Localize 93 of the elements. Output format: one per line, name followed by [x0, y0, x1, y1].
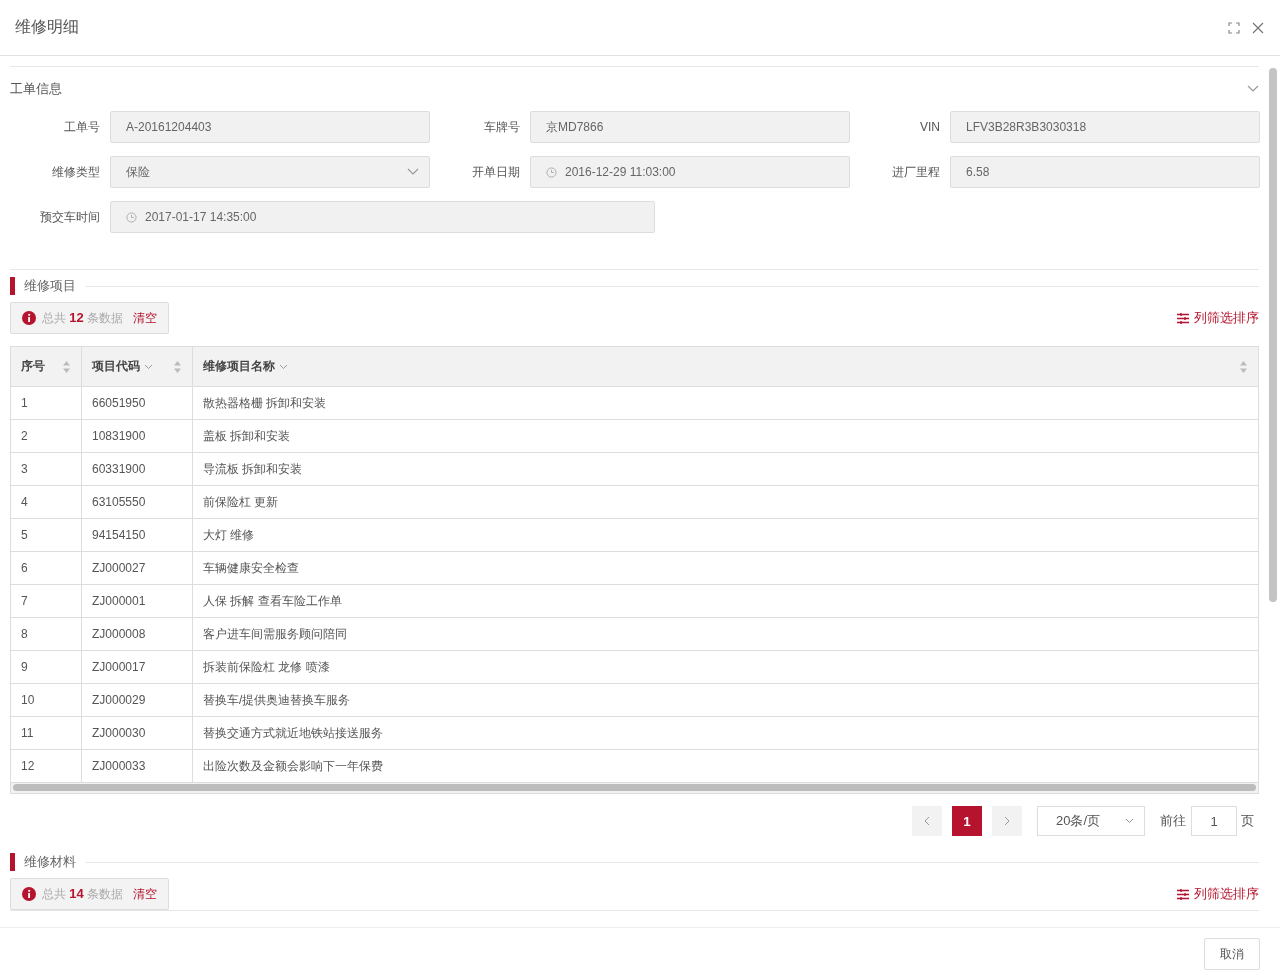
table-cell: ZJ000027	[81, 551, 193, 585]
field-label: 开单日期	[471, 163, 521, 181]
input-field[interactable]: 6.58	[950, 156, 1260, 188]
table-cell: ZJ000001	[81, 584, 193, 618]
clear-link[interactable]: 清空	[133, 309, 158, 327]
table-cell: ZJ000008	[81, 617, 193, 651]
input-field[interactable]: 京MD7866	[530, 111, 850, 143]
column-settings-link[interactable]: 列筛选排序	[1177, 885, 1259, 903]
date-field[interactable]: 2017-01-17 14:35:00	[110, 201, 655, 233]
section-title: 维修材料	[24, 853, 76, 871]
cancel-button[interactable]: 取消	[1204, 938, 1260, 970]
input-field[interactable]: A-20161204403	[110, 111, 430, 143]
table-cell: 60331900	[81, 452, 193, 486]
table-cell: 客户进车间需服务顾问陪同	[192, 617, 1258, 651]
field-label: 工单号	[63, 118, 101, 136]
table-cell: 替换交通方式就近地铁站接送服务	[192, 716, 1258, 750]
input-field[interactable]: LFV3B28R3B3030318	[950, 111, 1260, 143]
filter-chevron-icon[interactable]	[144, 363, 153, 370]
column-header[interactable]: 维修项目名称	[203, 358, 275, 375]
table-cell: 1	[11, 386, 82, 420]
table-cell: 人保 拆解 查看车险工作单	[192, 584, 1258, 618]
table-cell: 9	[11, 650, 82, 684]
table-cell: 替换车/提供奥迪替换车服务	[192, 683, 1258, 717]
table-cell: 12	[11, 749, 82, 783]
table-cell: 7	[11, 584, 82, 618]
sliders-icon	[1177, 888, 1189, 900]
field-label: VIN	[919, 120, 941, 134]
section-title: 工单信息	[10, 80, 62, 98]
clock-icon	[126, 211, 137, 223]
field-label: 维修类型	[51, 163, 101, 181]
page-input[interactable]: 1	[1191, 806, 1237, 836]
filter-chevron-icon[interactable]	[279, 363, 288, 370]
field-label: 车牌号	[483, 118, 521, 136]
table-cell: 车辆健康安全检查	[192, 551, 1258, 585]
table-cell: 4	[11, 485, 82, 519]
table-cell: ZJ000033	[81, 749, 193, 783]
section-marker	[10, 853, 15, 871]
table-cell: 导流板 拆卸和安装	[192, 452, 1258, 486]
select-field[interactable]: 保险	[110, 156, 430, 188]
page-size-select[interactable]: 20条/页	[1037, 806, 1145, 836]
table-cell: ZJ000029	[81, 683, 193, 717]
table-cell: 8	[11, 617, 82, 651]
table-cell: 散热器格栅 拆卸和安装	[192, 386, 1258, 420]
table-cell: ZJ000017	[81, 650, 193, 684]
clock-icon	[546, 166, 557, 178]
scrollbar-thumb[interactable]	[13, 784, 1256, 791]
table-cell: 2	[11, 419, 82, 453]
table-cell: 大灯 维修	[192, 518, 1258, 552]
date-field[interactable]: 2016-12-29 11:03:00	[530, 156, 850, 188]
table-cell: 前保险杠 更新	[192, 485, 1258, 519]
sort-icon[interactable]	[1239, 359, 1248, 374]
goto-label: 前往	[1160, 812, 1186, 830]
clear-link[interactable]: 清空	[133, 885, 158, 903]
sort-icon[interactable]	[62, 359, 71, 374]
page-unit-label: 页	[1241, 812, 1254, 830]
table-cell: 66051950	[81, 386, 193, 420]
table-cell: 11	[11, 716, 82, 750]
table-cell: 5	[11, 518, 82, 552]
sort-icon[interactable]	[173, 359, 182, 374]
chevron-icon[interactable]	[1247, 85, 1259, 93]
info-icon	[22, 311, 36, 325]
table-cell: 6	[11, 551, 82, 585]
page-button[interactable]: 1	[952, 806, 982, 836]
section-title: 维修项目	[24, 277, 76, 295]
scrollbar-thumb[interactable]	[1269, 68, 1277, 602]
previous-page-button[interactable]	[912, 806, 942, 836]
field-label: 进厂里程	[891, 163, 941, 181]
close-icon[interactable]	[1252, 21, 1264, 34]
column-settings-link[interactable]: 列筛选排序	[1177, 309, 1259, 327]
summary-text: 总共 12 条数据	[42, 309, 124, 327]
summary-text: 总共 14 条数据	[42, 885, 124, 903]
field-label: 预交车时间	[39, 208, 101, 226]
next-page-button[interactable]	[992, 806, 1022, 836]
dialog-title: 维修明细	[15, 17, 80, 37]
table-cell: 拆装前保险杠 龙修 喷漆	[192, 650, 1258, 684]
table-cell: 盖板 拆卸和安装	[192, 419, 1258, 453]
chevron-down-icon	[1125, 818, 1134, 824]
column-header[interactable]: 序号	[21, 358, 45, 375]
chevron-left-icon	[924, 816, 930, 826]
table-cell: ZJ000030	[81, 716, 193, 750]
column-header[interactable]: 项目代码	[92, 358, 140, 375]
table-cell: 94154150	[81, 518, 193, 552]
table-cell: 出险次数及金额会影响下一年保费	[192, 749, 1258, 783]
table-cell: 63105550	[81, 485, 193, 519]
chevron-right-icon	[1004, 816, 1010, 826]
sliders-icon	[1177, 312, 1189, 324]
chevron-down-icon	[407, 168, 419, 176]
section-marker	[10, 277, 15, 295]
table-cell: 3	[11, 452, 82, 486]
info-icon	[22, 887, 36, 901]
table-cell: 10831900	[81, 419, 193, 453]
fullscreen-icon[interactable]	[1228, 21, 1240, 34]
table-cell: 10	[11, 683, 82, 717]
